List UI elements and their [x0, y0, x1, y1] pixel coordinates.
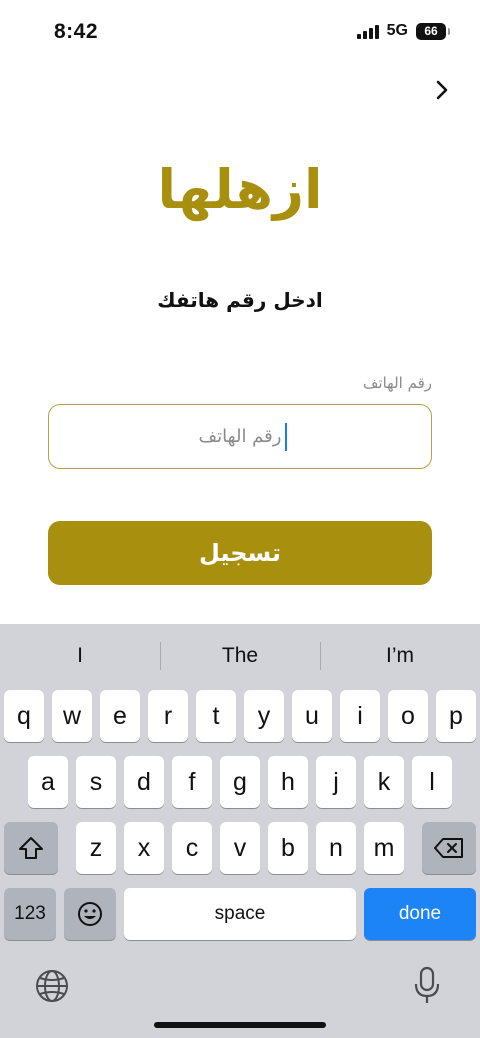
emoji-key[interactable]	[64, 888, 116, 940]
phone-field-label: رقم الهاتف	[362, 374, 432, 392]
suggestion-bar: I The I’m	[0, 624, 480, 688]
microphone-icon[interactable]	[412, 966, 442, 1006]
backspace-icon	[434, 838, 463, 858]
done-key[interactable]: done	[364, 888, 476, 940]
suggestion-item[interactable]: I’m	[320, 624, 480, 688]
key-l[interactable]: l	[412, 756, 452, 808]
space-key[interactable]: space	[124, 888, 356, 940]
suggestion-item[interactable]: I	[0, 624, 160, 688]
globe-icon[interactable]	[34, 968, 70, 1004]
phone-input-placeholder: رقم الهاتف	[198, 426, 282, 447]
key-s[interactable]: s	[76, 756, 116, 808]
keyboard: I The I’m q w e r t y u i o p a s d f g …	[0, 624, 480, 1038]
key-h[interactable]: h	[268, 756, 308, 808]
register-button[interactable]: تسجيل	[48, 521, 432, 585]
status-indicators: 5G 66	[356, 22, 450, 40]
phone-input[interactable]: رقم الهاتف	[48, 404, 432, 469]
status-time: 8:42	[54, 20, 99, 43]
key-a[interactable]: a	[28, 756, 68, 808]
key-j[interactable]: j	[316, 756, 356, 808]
key-x[interactable]: x	[124, 822, 164, 874]
key-d[interactable]: d	[124, 756, 164, 808]
key-t[interactable]: t	[196, 690, 236, 742]
key-b[interactable]: b	[268, 822, 308, 874]
text-caret	[285, 423, 287, 451]
key-w[interactable]: w	[52, 690, 92, 742]
battery-icon: 66	[416, 22, 450, 40]
shift-icon	[19, 837, 43, 859]
suggestion-item[interactable]: The	[160, 624, 320, 688]
backspace-key[interactable]	[422, 822, 476, 874]
key-e[interactable]: e	[100, 690, 140, 742]
network-type: 5G	[386, 22, 408, 39]
key-g[interactable]: g	[220, 756, 260, 808]
home-indicator	[154, 1022, 326, 1028]
key-y[interactable]: y	[244, 690, 284, 742]
key-i[interactable]: i	[340, 690, 380, 742]
emoji-icon	[78, 902, 102, 926]
key-m[interactable]: m	[364, 822, 404, 874]
key-r[interactable]: r	[148, 690, 188, 742]
key-v[interactable]: v	[220, 822, 260, 874]
chevron-right-icon[interactable]	[430, 78, 454, 102]
shift-key[interactable]	[4, 822, 58, 874]
cellular-signal-icon	[356, 23, 379, 39]
key-o[interactable]: o	[388, 690, 428, 742]
app-logo: ازهلها	[157, 158, 323, 221]
key-u[interactable]: u	[292, 690, 332, 742]
key-f[interactable]: f	[172, 756, 212, 808]
numbers-key[interactable]: 123	[4, 888, 56, 940]
key-p[interactable]: p	[436, 690, 476, 742]
key-n[interactable]: n	[316, 822, 356, 874]
status-bar: 8:42 5G 66	[0, 0, 480, 64]
key-c[interactable]: c	[172, 822, 212, 874]
page-title: ادخل رقم هاتفك	[157, 288, 323, 312]
battery-level: 66	[424, 24, 438, 38]
key-z[interactable]: z	[76, 822, 116, 874]
key-k[interactable]: k	[364, 756, 404, 808]
key-q[interactable]: q	[4, 690, 44, 742]
